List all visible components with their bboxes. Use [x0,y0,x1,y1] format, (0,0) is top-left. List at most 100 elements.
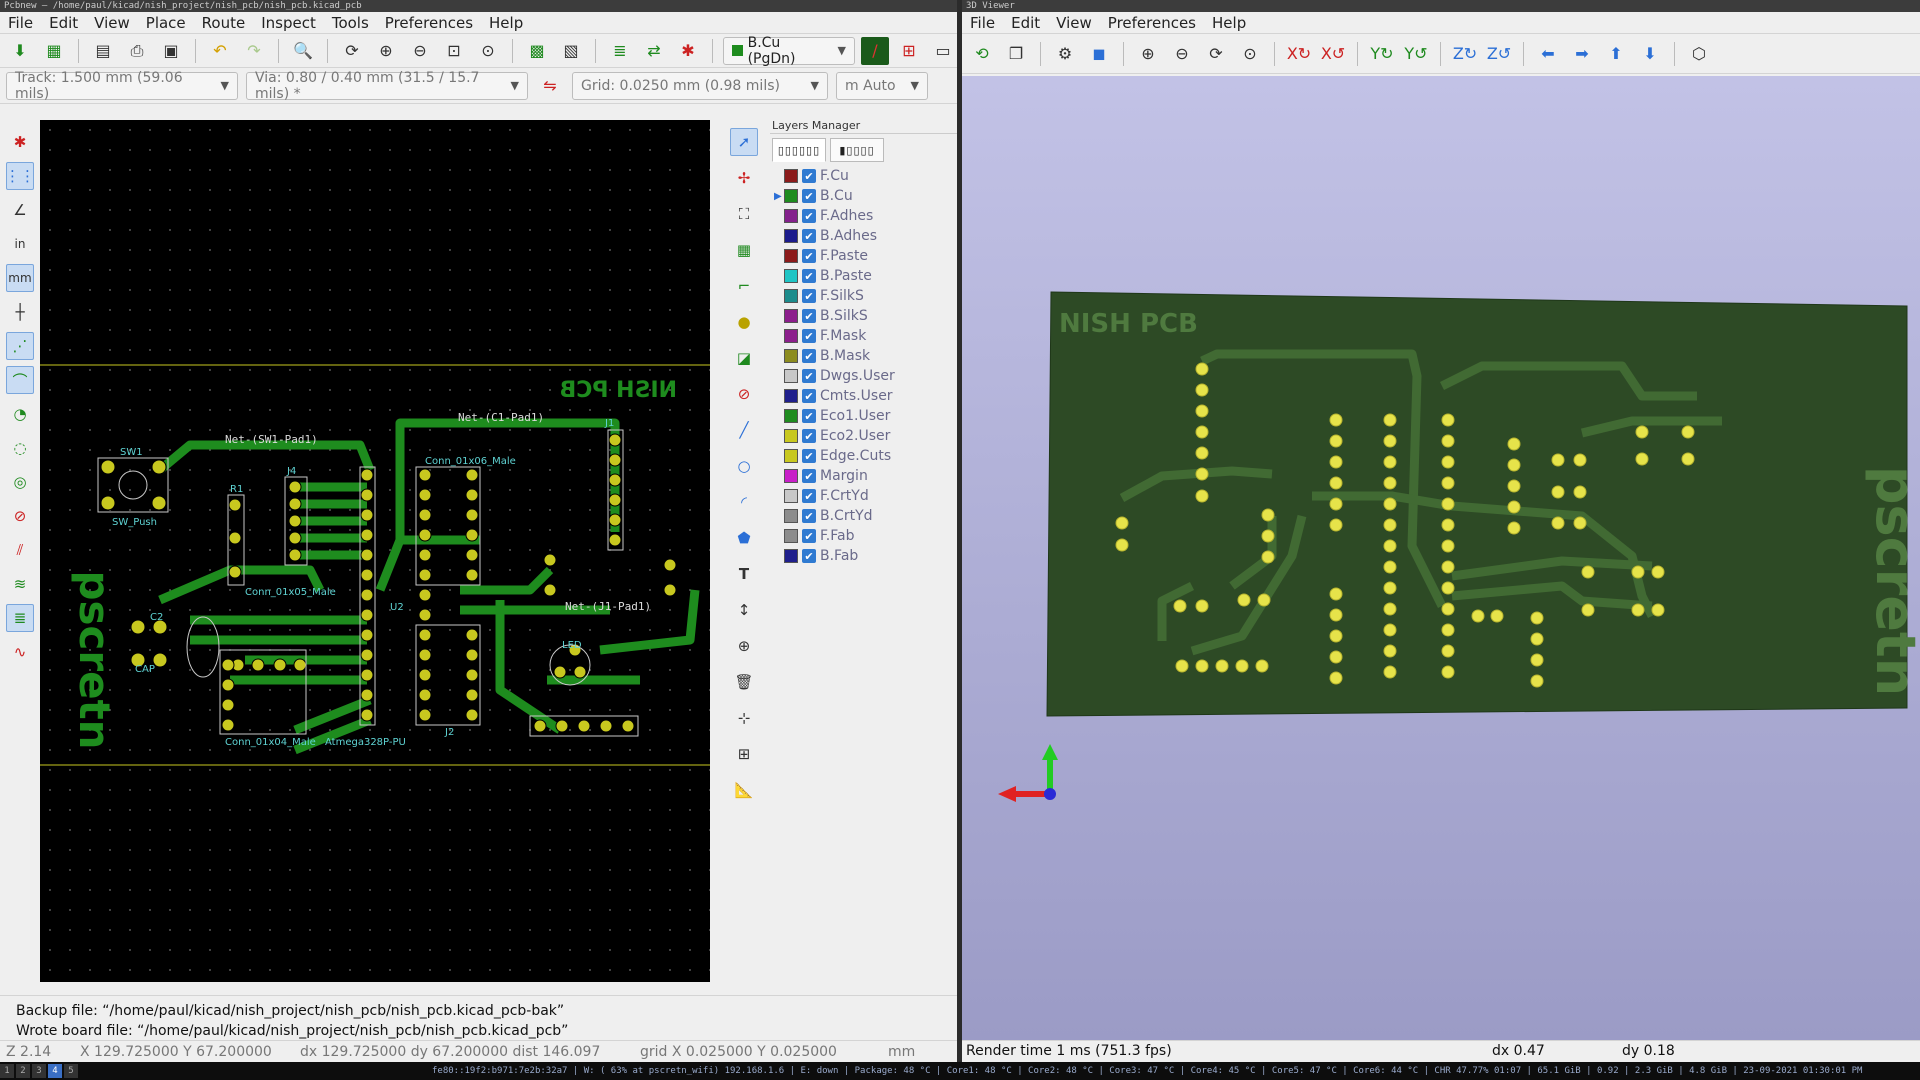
page-settings-icon[interactable]: ▤ [89,37,117,65]
layer-visibility-checkbox[interactable]: ✔ [802,509,816,523]
layer-row[interactable]: ✔ B.CrtYd [770,506,957,526]
add-zone-icon[interactable]: ◪ [730,344,758,372]
cursor-shape-icon[interactable]: ┼ [6,298,34,326]
workspace-3[interactable]: 3 [32,1064,46,1078]
layer-row[interactable]: ✔ Edge.Cuts [770,446,957,466]
layer-row[interactable]: ✔ F.Fab [770,526,957,546]
rotate-z-ccw-icon[interactable]: Z↺ [1485,40,1513,68]
drc-bug-icon[interactable]: ✱ [674,37,702,65]
add-via-icon[interactable]: ● [730,308,758,336]
delete-icon[interactable]: 🗑 [730,668,758,696]
layer-color-swatch[interactable] [784,469,798,483]
layer-visibility-checkbox[interactable]: ✔ [802,249,816,263]
layer-visibility-checkbox[interactable]: ✔ [802,169,816,183]
layer-row[interactable]: ✔ F.SilkS [770,286,957,306]
layer-visibility-checkbox[interactable]: ✔ [802,409,816,423]
find-icon[interactable]: 🔍 [289,37,317,65]
pads-sketch-icon[interactable]: ◎ [6,468,34,496]
rotate-x-ccw-icon[interactable]: X↺ [1319,40,1347,68]
netlist-icon[interactable]: ≣ [606,37,634,65]
menu-file[interactable]: File [962,14,1003,32]
layer-color-swatch[interactable] [784,329,798,343]
layer-row[interactable]: ✔ F.Paste [770,246,957,266]
zoom-selection-icon[interactable]: ⊙ [474,37,502,65]
polar-coords-icon[interactable]: ∠ [6,196,34,224]
layer-color-swatch[interactable] [784,449,798,463]
layer-row[interactable]: ✔ B.Adhes [770,226,957,246]
layer-color-swatch[interactable] [784,389,798,403]
menu-place[interactable]: Place [138,14,194,32]
layer-row[interactable]: ✔ Eco1.User [770,406,957,426]
drc-off-icon[interactable]: ✱ [6,128,34,156]
via-size-select[interactable]: Via: 0.80 / 0.40 mm (31.5 / 15.7 mils) *… [246,70,528,102]
zoom-select[interactable]: m Auto ▼ [836,71,928,100]
zoom-in-icon[interactable]: ⊕ [372,37,400,65]
layer-visibility-checkbox[interactable]: ✔ [802,289,816,303]
layer-color-swatch[interactable] [784,349,798,363]
workspace-2[interactable]: 2 [16,1064,30,1078]
local-ratsnest-icon[interactable]: ⛶ [730,200,758,228]
workspace-1[interactable]: 1 [0,1064,14,1078]
layer-visibility-checkbox[interactable]: ✔ [802,269,816,283]
zoom-out-icon[interactable]: ⊖ [1168,40,1196,68]
rotate-x-cw-icon[interactable]: X↻ [1285,40,1313,68]
layer-visibility-checkbox[interactable]: ✔ [802,209,816,223]
layers-manager-icon[interactable]: ≣ [6,604,34,632]
auto-track-width-icon[interactable]: ⇋ [536,72,564,100]
route-track-icon[interactable]: ⌐ [730,272,758,300]
layer-row[interactable]: ✔ Dwgs.User [770,366,957,386]
layer-color-swatch[interactable] [784,229,798,243]
layer-row[interactable]: ✔ B.Mask [770,346,957,366]
track-width-select[interactable]: Track: 1.500 mm (59.06 mils) ▼ [6,70,238,102]
pan-down-icon[interactable]: ⬇ [1636,40,1664,68]
menu-view[interactable]: View [1048,14,1100,32]
menu-preferences[interactable]: Preferences [1100,14,1204,32]
footprint-browser-icon[interactable]: ▧ [557,37,585,65]
layer-color-swatch[interactable] [784,169,798,183]
layer-color-swatch[interactable] [784,289,798,303]
layer-color-swatch[interactable] [784,249,798,263]
tab-layers[interactable]: ▯▯▯▯▯▯ [772,138,826,162]
menu-tools[interactable]: Tools [324,14,377,32]
layer-row[interactable]: ✔ F.Mask [770,326,957,346]
menu-file[interactable]: File [0,14,41,32]
tab-items[interactable]: ▮▯▯▯▯ [830,138,884,162]
menu-view[interactable]: View [86,14,138,32]
zoom-fit-icon[interactable]: ⊡ [440,37,468,65]
layer-visibility-checkbox[interactable]: ✔ [802,329,816,343]
menu-inspect[interactable]: Inspect [253,14,324,32]
layer-color-swatch[interactable] [784,409,798,423]
layer-color-swatch[interactable] [784,489,798,503]
menu-help[interactable]: Help [1204,14,1254,32]
board-setup-icon[interactable]: ▦ [40,37,68,65]
pan-up-icon[interactable]: ⬆ [1602,40,1630,68]
highlight-net-icon[interactable]: ✢ [730,164,758,192]
rotate-z-cw-icon[interactable]: Z↻ [1451,40,1479,68]
settings-gear-icon[interactable]: ⚙ [1051,40,1079,68]
layer-row[interactable]: ✔ B.Fab [770,546,957,566]
layer-visibility-checkbox[interactable]: ✔ [802,229,816,243]
raytrace-cube-icon[interactable]: ◼ [1085,40,1113,68]
ortho-cube-icon[interactable]: ⬡ [1685,40,1713,68]
add-polygon-icon[interactable]: ⬟ [730,524,758,552]
measure-icon[interactable]: 📐 [730,776,758,804]
ratsnest-icon[interactable]: ⋰ [6,332,34,360]
layer-row[interactable]: ✔ F.CrtYd [770,486,957,506]
grid-select[interactable]: Grid: 0.0250 mm (0.98 mils) ▼ [572,71,828,100]
layer-row[interactable]: ✔ Margin [770,466,957,486]
workspace-4[interactable]: 4 [48,1064,62,1078]
layer-row[interactable]: ✔ Eco2.User [770,426,957,446]
grid-origin-icon[interactable]: ⊞ [730,740,758,768]
redo-icon[interactable]: ↷ [240,37,268,65]
refresh-icon[interactable]: ⟳ [1202,40,1230,68]
layer-visibility-checkbox[interactable]: ✔ [802,549,816,563]
update-pcb-icon[interactable]: ⇄ [640,37,668,65]
layer-color-swatch[interactable] [784,369,798,383]
layer-row[interactable]: ✔ F.Cu [770,166,957,186]
add-text-icon[interactable]: T [730,560,758,588]
refresh-icon[interactable]: ⟳ [338,37,366,65]
high-contrast-icon[interactable]: ≋ [6,570,34,598]
menu-edit[interactable]: Edit [1003,14,1048,32]
undo-icon[interactable]: ↶ [206,37,234,65]
layer-visibility-checkbox[interactable]: ✔ [802,309,816,323]
